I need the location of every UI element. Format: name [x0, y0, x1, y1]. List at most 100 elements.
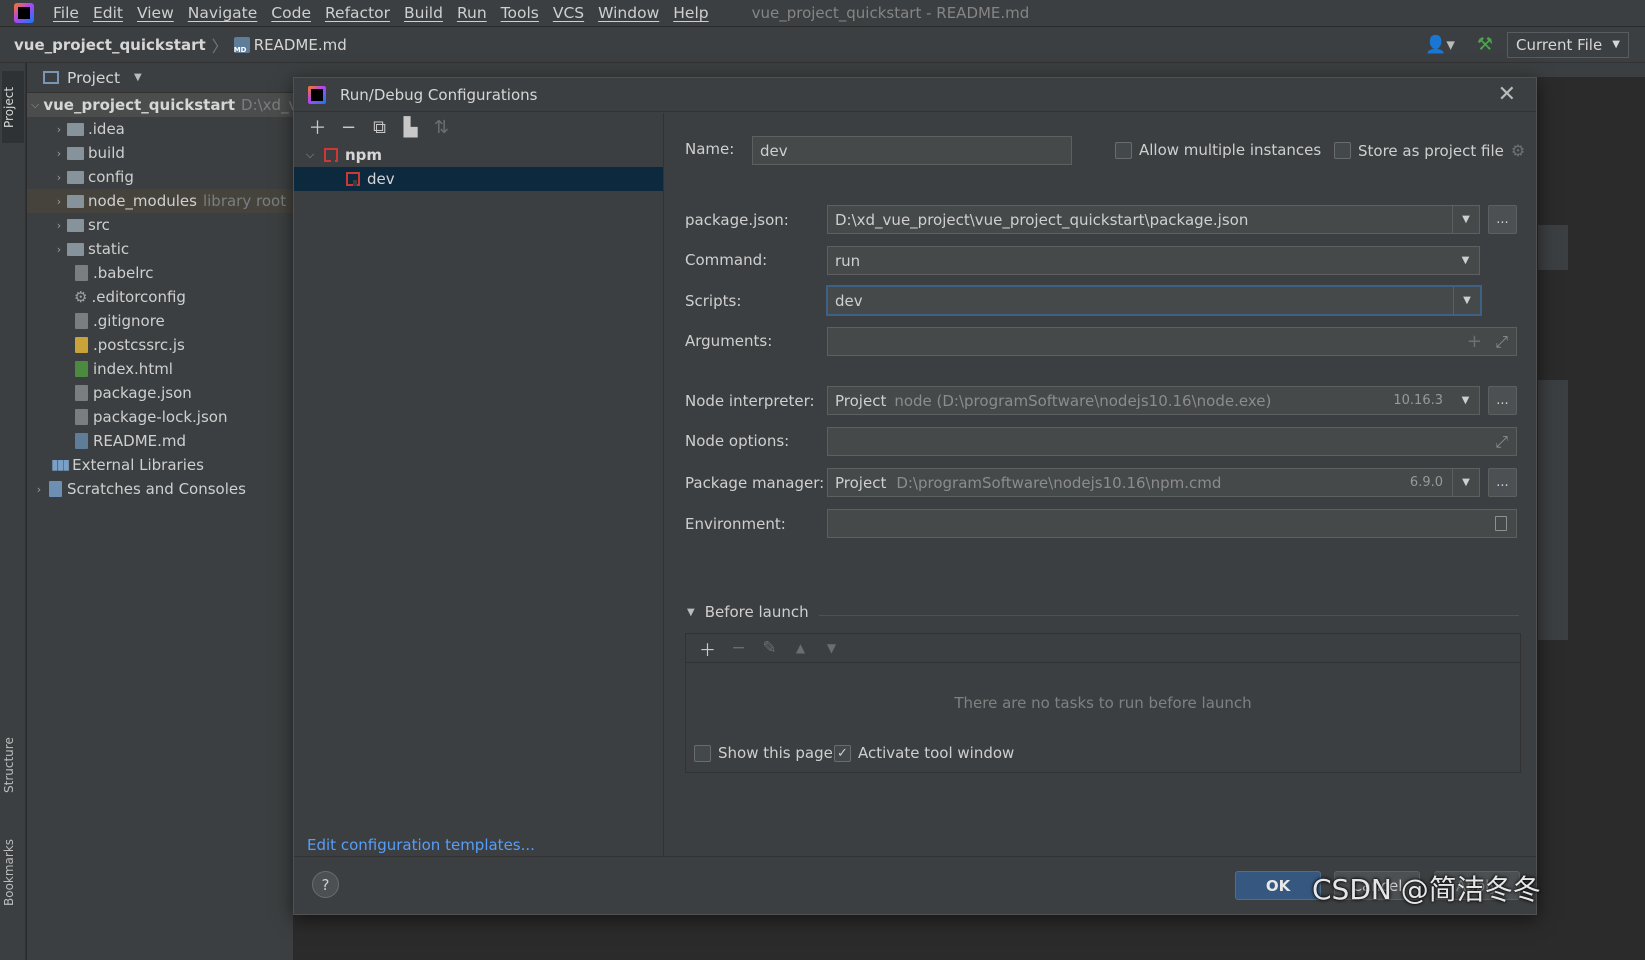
tree-item-editorconfig[interactable]: ⚙ .editorconfig [27, 285, 293, 309]
config-item-dev[interactable]: dev [294, 167, 663, 191]
chevron-right-icon[interactable]: › [51, 243, 67, 256]
chevron-down-icon[interactable]: ▼ [1452, 247, 1479, 274]
tree-item-label: .postcssrc.js [93, 336, 185, 354]
node-options-field[interactable]: ⤢ [827, 427, 1517, 456]
tree-item-config[interactable]: › config [27, 165, 293, 189]
move-up-icon[interactable]: ▲ [785, 636, 816, 660]
browse-package-json-button[interactable]: ... [1488, 205, 1517, 234]
menu-vcs[interactable]: VCS [546, 4, 591, 22]
tree-item-build[interactable]: › build [27, 141, 293, 165]
environment-field[interactable] [827, 509, 1517, 538]
menu-refactor[interactable]: Refactor [318, 4, 397, 22]
chevron-down-icon[interactable]: ⌵ [31, 98, 39, 112]
allow-multiple-instances-checkbox[interactable]: Allow multiple instances [1115, 141, 1321, 159]
expand-icon[interactable]: ⤢ [1495, 332, 1508, 352]
remove-task-icon[interactable]: − [723, 636, 754, 660]
menu-edit[interactable]: Edit [86, 4, 130, 22]
ok-button[interactable]: OK [1235, 871, 1321, 900]
edit-configuration-templates-link[interactable]: Edit configuration templates... [307, 836, 535, 854]
user-account-icon[interactable]: 👤▾ [1425, 35, 1455, 55]
config-group-npm[interactable]: ⌵ npm [294, 143, 663, 167]
name-field[interactable]: dev [752, 136, 1072, 165]
chevron-right-icon[interactable]: › [51, 147, 67, 160]
chevron-right-icon[interactable]: › [31, 483, 47, 496]
menu-run[interactable]: Run [450, 4, 494, 22]
tree-item-static[interactable]: › static [27, 237, 293, 261]
chevron-right-icon[interactable]: › [51, 123, 67, 136]
sort-configurations-icon[interactable]: ⇅ [426, 115, 457, 139]
copy-configuration-icon[interactable]: ⧉ [364, 115, 395, 139]
tree-item-idea[interactable]: › .idea [27, 117, 293, 141]
chevron-right-icon[interactable]: › [51, 171, 67, 184]
add-task-icon[interactable]: ＋ [692, 636, 723, 661]
chevron-right-icon[interactable]: › [51, 219, 67, 232]
chevron-down-icon[interactable]: ▼ [1452, 206, 1479, 233]
breadcrumb-project[interactable]: vue_project_quickstart [14, 36, 206, 54]
package-manager-combo[interactable]: Project D:\programSoftware\nodejs10.16\n… [827, 468, 1480, 497]
breadcrumb-file[interactable]: README.md [233, 36, 347, 54]
tree-item-postcssrc[interactable]: .postcssrc.js [27, 333, 293, 357]
command-combo[interactable]: run ▼ [827, 246, 1480, 275]
tool-tab-project[interactable]: Project [2, 71, 24, 143]
gear-icon: ⚙ [74, 288, 88, 306]
tree-item-gitignore[interactable]: .gitignore [27, 309, 293, 333]
browse-node-interpreter-button[interactable]: ... [1488, 386, 1517, 415]
tree-item-label: Scratches and Consoles [67, 480, 246, 498]
expand-icon[interactable]: ⤢ [1495, 432, 1508, 452]
chevron-right-icon[interactable]: › [51, 195, 67, 208]
config-item-label: dev [367, 170, 395, 188]
menu-code[interactable]: Code [264, 4, 318, 22]
show-this-page-checkbox[interactable]: Show this page [694, 744, 833, 762]
project-pane-header[interactable]: Project ▼ [27, 63, 293, 93]
tree-item-src[interactable]: › src [27, 213, 293, 237]
before-launch-header[interactable]: ▼ Before launch [687, 603, 809, 621]
before-launch-empty-text: There are no tasks to run before launch [954, 694, 1252, 712]
tree-item-root[interactable]: ⌵ vue_project_quickstart D:\xd_v [27, 93, 297, 117]
add-configuration-icon[interactable]: ＋ [302, 115, 333, 139]
tree-item-readme[interactable]: README.md [27, 429, 293, 453]
gear-icon[interactable]: ⚙ [1511, 141, 1525, 160]
browse-package-manager-button[interactable]: ... [1488, 468, 1517, 497]
help-button[interactable]: ? [312, 871, 339, 898]
tool-tab-bookmarks[interactable]: Bookmarks [2, 827, 24, 917]
menu-tools[interactable]: Tools [494, 4, 546, 22]
move-down-icon[interactable]: ▼ [816, 636, 847, 660]
menu-file[interactable]: File [46, 4, 86, 22]
chevron-down-icon[interactable]: ▼ [1452, 469, 1479, 496]
tree-item-index-html[interactable]: index.html [27, 357, 293, 381]
folder-icon [67, 194, 84, 208]
node-interpreter-combo[interactable]: Project node (D:\programSoftware\nodejs1… [827, 386, 1480, 415]
store-as-project-file-checkbox[interactable]: Store as project file ⚙ [1334, 141, 1525, 160]
tree-item-external-libraries[interactable]: ▮▮▮ External Libraries [27, 453, 293, 477]
run-config-selector[interactable]: Current File ▼ [1507, 31, 1629, 58]
menu-build[interactable]: Build [397, 4, 450, 22]
tree-item-babelrc[interactable]: .babelrc [27, 261, 293, 285]
build-hammer-icon[interactable]: ⚒ [1477, 34, 1493, 55]
chevron-down-icon[interactable]: ▼ [1453, 287, 1480, 314]
tree-item-package-lock[interactable]: package-lock.json [27, 405, 293, 429]
menu-help[interactable]: Help [666, 4, 715, 22]
chevron-down-icon[interactable]: ▼ [1452, 387, 1479, 414]
chevron-down-icon[interactable]: ▼ [134, 72, 142, 83]
document-icon[interactable] [1495, 516, 1507, 531]
move-into-folder-icon[interactable]: ▙ [395, 115, 426, 139]
tree-item-node-modules[interactable]: › node_modules library root [27, 189, 293, 213]
menu-window[interactable]: Window [591, 4, 666, 22]
activate-tool-window-checkbox[interactable]: ✓ Activate tool window [834, 744, 1014, 762]
menu-navigate[interactable]: Navigate [181, 4, 265, 22]
scripts-combo[interactable]: dev ▼ [826, 285, 1482, 316]
tree-item-package-json[interactable]: package.json [27, 381, 293, 405]
arguments-field[interactable]: + ⤢ [827, 327, 1517, 356]
tool-tab-structure[interactable]: Structure [2, 725, 24, 805]
plus-icon[interactable]: + [1467, 331, 1482, 352]
remove-configuration-icon[interactable]: − [333, 115, 364, 139]
close-icon[interactable]: ✕ [1498, 82, 1516, 107]
menu-view[interactable]: View [130, 4, 181, 22]
package-json-combo[interactable]: D:\xd_vue_project\vue_project_quickstart… [827, 205, 1480, 234]
markdown-file-icon [233, 36, 250, 54]
tree-item-scratches[interactable]: › Scratches and Consoles [27, 477, 293, 501]
chevron-down-icon[interactable]: ⌵ [302, 148, 318, 162]
edit-task-icon[interactable]: ✎ [754, 636, 785, 660]
checkbox-box [694, 744, 711, 762]
configuration-toolbar: ＋ − ⧉ ▙ ⇅ [294, 113, 663, 141]
